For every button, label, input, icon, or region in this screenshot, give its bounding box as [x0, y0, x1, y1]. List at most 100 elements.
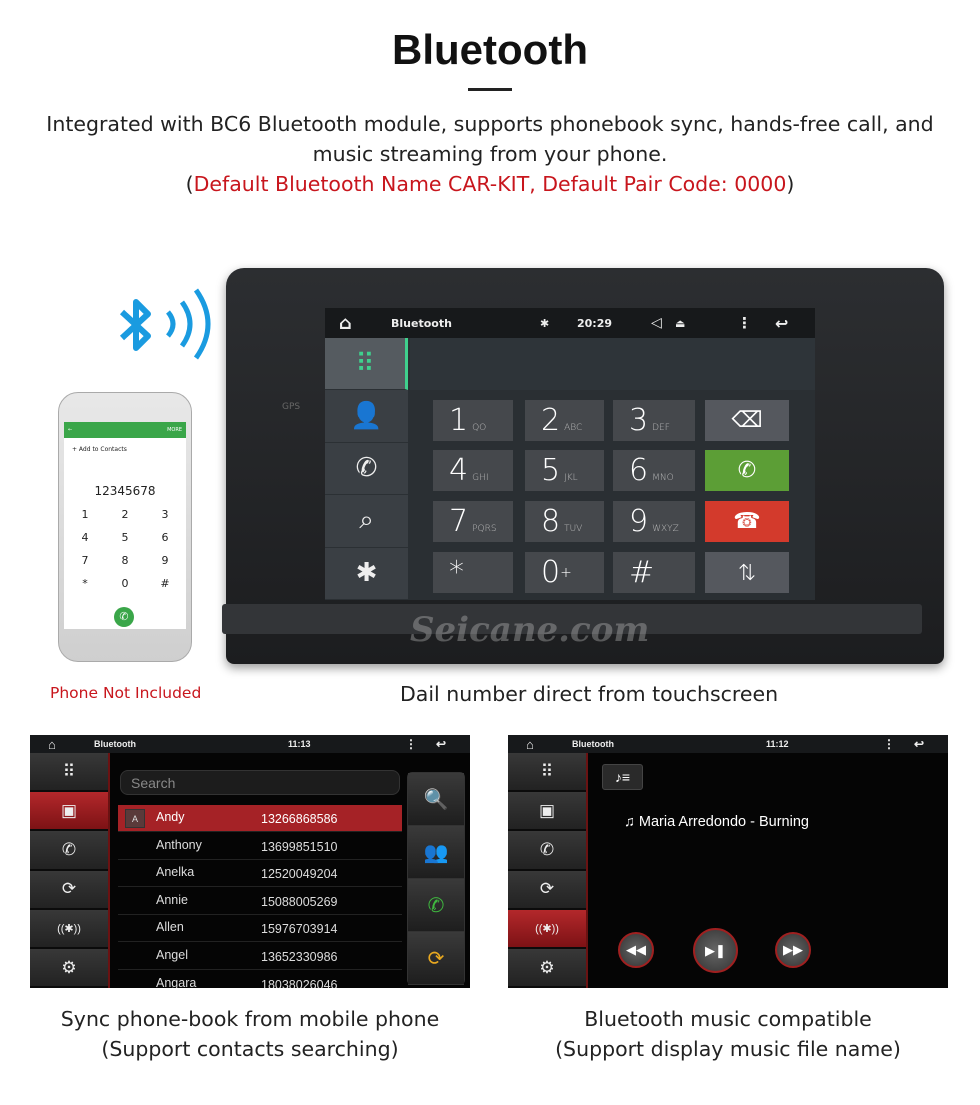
search-input[interactable]: Search [120, 770, 400, 795]
key-backspace[interactable]: ⌫ [705, 400, 789, 441]
back-icon[interactable]: ↩ [775, 314, 788, 333]
sidebar-item-settings[interactable]: ⚙ [30, 948, 108, 988]
menu-icon[interactable]: ⋮ [883, 737, 895, 751]
add-to-contacts[interactable]: + Add to Contacts [72, 446, 127, 453]
phone-key-8[interactable]: 8 [105, 554, 145, 567]
key-1[interactable]: 1 QO [433, 400, 513, 441]
abc-search-button[interactable]: 🔍 [408, 773, 464, 826]
key-3[interactable]: 3 DEF [613, 400, 695, 441]
sidebar-item-phone-sync[interactable]: ⟳ [30, 870, 108, 910]
rewind-button[interactable]: ◀◀ [618, 932, 654, 968]
key-call[interactable]: ✆ [705, 450, 789, 491]
dialer-caption: Dail number direct from touchscreen [400, 682, 779, 706]
phone-key-5[interactable]: 5 [105, 531, 145, 544]
phone-key-*[interactable]: * [65, 577, 105, 590]
phone-sync-icon: ⟳ [539, 879, 555, 899]
key-switch[interactable]: ⇅ [705, 552, 789, 593]
contact-row[interactable]: Annie 15088005269 [118, 888, 402, 915]
phone-key-#[interactable]: # [145, 577, 185, 590]
sidebar-item-bluetooth-settings[interactable]: ✱ [325, 548, 408, 600]
phone-key-3[interactable]: 3 [145, 508, 185, 521]
dialpad-icon: ⠿ [355, 348, 375, 379]
menu-icon[interactable]: ⋮ [737, 314, 752, 332]
eject-icon[interactable]: ⏏ [675, 317, 685, 330]
apps-grid-icon: ⠿ [62, 761, 76, 781]
contact-row[interactable]: Angara 18038026046 [118, 971, 402, 988]
phone-key-6[interactable]: 6 [145, 531, 185, 544]
sidebar-item-call-log[interactable]: ✆ [325, 443, 408, 496]
call-sync-button[interactable]: ✆ [408, 879, 464, 932]
refresh-button[interactable]: ⟳ [408, 932, 464, 985]
sidebar-item-search[interactable]: ⌕ [325, 495, 408, 548]
call-icon[interactable]: ✆ [114, 607, 134, 627]
key-#[interactable]: # [613, 552, 695, 593]
sidebar-item-contacts[interactable]: 👤 [325, 390, 408, 443]
contacts-icon: 👤 [350, 401, 383, 432]
phone-key-2[interactable]: 2 [105, 508, 145, 521]
home-icon[interactable]: ⌂ [48, 737, 56, 752]
play-pause-button[interactable]: ▶❚ [693, 928, 738, 973]
sidebar-item-contacts[interactable]: ▣ [30, 792, 108, 832]
music-note-icon: ♫ [624, 814, 639, 830]
contact-search-button[interactable]: 👥 [408, 826, 464, 879]
bluetooth-wireless-icon [119, 288, 211, 360]
key-letters: JKL [564, 472, 578, 483]
contacts-icon: ▣ [60, 800, 78, 820]
key-9[interactable]: 9 WXYZ [613, 501, 695, 542]
key-7[interactable]: 7 PQRS [433, 501, 513, 542]
contact-row[interactable]: Anthony 13699851510 [118, 833, 402, 860]
sidebar-item-call-log[interactable]: ✆ [30, 831, 108, 871]
key-2[interactable]: 2 ABC [525, 400, 604, 441]
sidebar-item-phone-sync[interactable]: ⟳ [508, 870, 586, 910]
phone-key-4[interactable]: 4 [65, 531, 105, 544]
sidebar-item-apps-grid[interactable]: ⠿ [30, 753, 108, 793]
key-6[interactable]: 6 MNO [613, 450, 695, 491]
sidebar-item-dialpad[interactable]: ⠿ [325, 338, 408, 391]
sidebar-item-contacts[interactable]: ▣ [508, 792, 586, 832]
contact-row[interactable]: Angel 13652330986 [118, 943, 402, 970]
home-icon[interactable]: ⌂ [526, 737, 534, 752]
menu-icon[interactable]: ⋮ [405, 737, 417, 751]
sidebar-item-apps-grid[interactable]: ⠿ [508, 753, 586, 793]
fast-forward-button[interactable]: ▶▶ [775, 932, 811, 968]
contact-row[interactable]: Anelka 12520049204 [118, 860, 402, 888]
more-button[interactable]: MORE [167, 427, 182, 433]
status-bar: ⌂ Bluetooth ✱ 20:29 ◁ ⏏ ⋮ ↩ [325, 308, 815, 338]
phone-key-7[interactable]: 7 [65, 554, 105, 567]
contact-name: Anthony [156, 837, 202, 852]
home-icon[interactable]: ⌂ [339, 313, 352, 334]
sidebar-item-call-log[interactable]: ✆ [508, 831, 586, 871]
volume-icon[interactable]: ◁ [651, 315, 662, 331]
phone-key-9[interactable]: 9 [145, 554, 185, 567]
contact-phone: 12520049204 [261, 867, 338, 882]
back-arrow-icon[interactable]: ← [68, 427, 72, 433]
back-icon[interactable]: ↩ [436, 737, 446, 751]
bluetooth-settings-icon: ✱ [355, 558, 378, 589]
sidebar-item-bluetooth-audio[interactable]: ((✱)) [30, 909, 108, 949]
key-5[interactable]: 5 JKL [525, 450, 604, 491]
playlist-button[interactable]: ♪≡ [602, 764, 643, 790]
sidebar-item-settings[interactable]: ⚙ [508, 948, 586, 988]
key-digit: # [629, 555, 655, 590]
phone-key-1[interactable]: 1 [65, 508, 105, 521]
key-0[interactable]: 0 + [525, 552, 604, 593]
description-line: music streaming from your phone. [312, 142, 668, 166]
time: 20:29 [577, 316, 613, 330]
key-8[interactable]: 8 TUV [525, 501, 604, 542]
sidebar-item-bluetooth-audio[interactable]: ((✱)) [508, 909, 586, 949]
contact-row[interactable]: Allen 15976703914 [118, 915, 402, 943]
key-hangup[interactable]: ☎ [705, 501, 789, 542]
key-*[interactable]: * [433, 552, 513, 593]
dialer-screen: ⌂ Bluetooth ✱ 20:29 ◁ ⏏ ⋮ ↩ ⠿ 👤 ✆ ⌕ ✱ 1 QO 2 AB… [325, 308, 815, 600]
back-icon[interactable]: ↩ [914, 737, 924, 751]
key-digit: ⇅ [737, 560, 757, 585]
phone-key-0[interactable]: 0 [105, 577, 145, 590]
contact-name: Anelka [156, 865, 195, 880]
contacts-caption-sub: (Support contacts searching) [101, 1037, 399, 1061]
key-digit: 4 [449, 453, 469, 488]
time: 11:13 [288, 739, 311, 749]
call-log-icon: ✆ [539, 839, 555, 859]
contact-row[interactable]: A Andy 13266868586 [118, 805, 402, 832]
key-4[interactable]: 4 GHI [433, 450, 513, 491]
contact-name: Annie [156, 892, 188, 907]
